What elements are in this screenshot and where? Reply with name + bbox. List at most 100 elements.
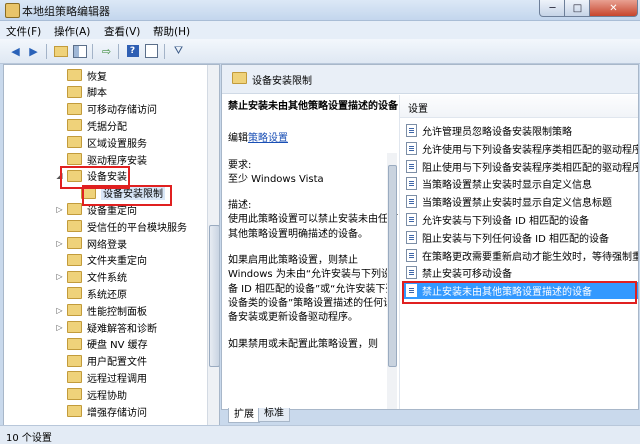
tree-item[interactable]: 恢复: [55, 67, 107, 83]
tree-item-label: 硬盘 NV 缓存: [87, 340, 148, 352]
menu-help[interactable]: 帮助(H): [153, 24, 190, 39]
expand-arrow-icon[interactable]: ▷: [55, 323, 64, 332]
navigation-tree: 恢复 脚本 可移动存储访问 凭据分配 区域设置服务 驱动程序安装 ◢ 设备安装 设备安装限制 ▷ 设…: [3, 64, 220, 426]
status-text: 10 个设置: [6, 433, 52, 444]
show-hide-tree-icon[interactable]: [72, 44, 87, 58]
menu-action[interactable]: 操作(A): [54, 24, 90, 39]
maximize-button[interactable]: □: [564, 0, 591, 17]
forward-icon[interactable]: ▶: [26, 44, 41, 58]
setting-row[interactable]: 禁止安装可移动设备: [402, 264, 638, 281]
edit-policy-link[interactable]: 策略设置: [248, 133, 288, 144]
menu-view[interactable]: 查看(V): [104, 24, 140, 39]
tab-standard[interactable]: 标准: [258, 408, 290, 422]
folder-icon: [67, 136, 82, 149]
folder-icon: [232, 72, 247, 84]
tree-item[interactable]: 可移动存储访问: [55, 101, 157, 117]
description-scrollbar-thumb[interactable]: [388, 165, 397, 367]
tab-extended[interactable]: 扩展: [228, 408, 260, 423]
toolbar-separator: [164, 44, 165, 59]
toolbar: ◀ ▶ ⇨ ? ⛛: [0, 39, 640, 64]
tree-item-label: 文件夹重定向: [87, 256, 147, 268]
details-header-title: 设备安装限制: [252, 76, 312, 87]
tree-item[interactable]: 用户配置文件: [55, 353, 147, 369]
description-paragraph-1: 使用此策略设置可以禁止安装未由任何其他策略设置明确描述的设备。: [228, 214, 398, 240]
description-paragraph-2: 如果启用此策略设置，则禁止 Windows 为未由“允许安装与下列设备 ID 相…: [228, 255, 396, 324]
expand-arrow-icon[interactable]: ▷: [55, 239, 64, 248]
setting-row[interactable]: 允许安装与下列设备 ID 相匹配的设备: [402, 211, 638, 228]
setting-row[interactable]: 允许使用与下列设备安装程序类相匹配的驱动程序: [402, 140, 638, 157]
description-label: 描述:: [228, 200, 252, 212]
properties-icon[interactable]: [144, 44, 159, 58]
tree-item[interactable]: 增强存储访问: [55, 403, 147, 419]
tree-item[interactable]: 驱动程序安装: [55, 151, 147, 167]
settings-list: 设置 允许管理员忽略设备安装限制策略允许使用与下列设备安装程序类相匹配的驱动程序…: [399, 95, 639, 409]
tree-item[interactable]: 硬盘 NV 缓存: [55, 336, 148, 352]
edit-prefix: 编辑: [228, 133, 248, 145]
close-button[interactable]: ✕: [589, 0, 638, 17]
setting-row[interactable]: 阻止使用与下列设备安装程序类相匹配的驱动程序: [402, 158, 639, 175]
filter-icon[interactable]: ⛛: [171, 44, 186, 58]
tree-item[interactable]: 区域设置服务: [55, 134, 147, 150]
tree-item-label: 增强存储访问: [87, 407, 147, 419]
tree-item[interactable]: 系统还原: [55, 285, 127, 301]
tree-item[interactable]: 文件夹重定向: [55, 252, 147, 268]
setting-label: 在策略更改需要重新启动才能生效时，等待强制重: [422, 251, 639, 263]
policy-description: 禁止安装未由其他策略设置描述的设备 编辑策略设置 要求: 至少 Windows V…: [228, 100, 398, 406]
folder-icon: [67, 388, 82, 401]
settings-column-header[interactable]: 设置: [400, 95, 638, 118]
tree-scrollbar[interactable]: [207, 65, 219, 425]
description-scrollbar[interactable]: [387, 153, 397, 409]
settings-column-label: 设置: [408, 104, 428, 115]
details-pane: 设备安装限制 禁止安装未由其他策略设置描述的设备 编辑策略设置 要求: 至少 Wi…: [221, 64, 639, 410]
toolbar-separator: [118, 44, 119, 59]
app-icon: [5, 3, 20, 18]
setting-label: 允许管理员忽略设备安装限制策略: [422, 127, 572, 138]
minimize-button[interactable]: ─: [539, 0, 566, 17]
tree-item-label: 恢复: [87, 71, 107, 83]
setting-label: 阻止安装与下列任何设备 ID 相匹配的设备: [422, 233, 610, 245]
tree-item-label: 远程过程调用: [87, 373, 147, 385]
tree-item[interactable]: 受信任的平台模块服务: [55, 218, 187, 234]
policy-setting-icon: [406, 213, 417, 226]
tree-item[interactable]: 远程协助: [55, 386, 127, 402]
folder-icon: [67, 102, 82, 115]
tree-item[interactable]: 远程过程调用: [55, 369, 147, 385]
setting-label: 阻止使用与下列设备安装程序类相匹配的驱动程序: [422, 162, 639, 174]
up-folder-icon[interactable]: [53, 44, 68, 58]
setting-label: 当策略设置禁止安装时显示自定义信息标题: [422, 198, 612, 210]
setting-row[interactable]: 在策略更改需要重新启动才能生效时，等待强制重: [402, 247, 639, 264]
export-icon[interactable]: ⇨: [99, 44, 114, 58]
tree-item[interactable]: 凭据分配: [55, 117, 127, 133]
folder-icon: [67, 85, 82, 98]
folder-icon: [67, 371, 82, 384]
menu-file[interactable]: 文件(F): [6, 24, 41, 39]
help-icon[interactable]: ?: [125, 44, 140, 58]
setting-row[interactable]: 允许管理员忽略设备安装限制策略: [402, 122, 638, 139]
folder-icon: [67, 354, 82, 367]
tree-scrollbar-thumb[interactable]: [209, 225, 219, 367]
tree-item[interactable]: ▷ 性能控制面板: [55, 302, 147, 318]
expand-arrow-icon[interactable]: ▷: [55, 272, 64, 281]
menu-bar: 文件(F) 操作(A) 查看(V) 帮助(H): [0, 21, 640, 39]
tree-item-label: 脚本: [87, 88, 107, 100]
policy-setting-icon: [406, 230, 417, 244]
tree-item-label: 疑难解答和诊断: [87, 323, 157, 335]
back-icon[interactable]: ◀: [8, 44, 23, 58]
policy-setting-icon: [406, 159, 417, 173]
tree-item-label: 用户配置文件: [87, 357, 147, 369]
tree-item[interactable]: ▷ 疑难解答和诊断: [55, 319, 157, 335]
folder-icon: [67, 153, 82, 165]
tree-item[interactable]: 脚本: [55, 84, 107, 100]
tree-item[interactable]: ▷ 网络登录: [55, 235, 127, 251]
setting-row[interactable]: 当策略设置禁止安装时显示自定义信息标题: [402, 193, 638, 210]
policy-setting-icon: [406, 266, 417, 280]
setting-row[interactable]: 阻止安装与下列任何设备 ID 相匹配的设备: [402, 229, 638, 246]
folder-icon: [67, 321, 82, 333]
policy-setting-icon: [406, 195, 417, 209]
highlight-box-selected-setting: [402, 281, 637, 304]
tree-item[interactable]: ▷ 文件系统: [55, 269, 127, 285]
expand-arrow-icon[interactable]: ▷: [55, 306, 64, 315]
tree-item-label: 驱动程序安装: [87, 155, 147, 167]
expand-arrow-icon[interactable]: ▷: [55, 205, 64, 214]
setting-row[interactable]: 当策略设置禁止安装时显示自定义信息: [402, 175, 638, 192]
